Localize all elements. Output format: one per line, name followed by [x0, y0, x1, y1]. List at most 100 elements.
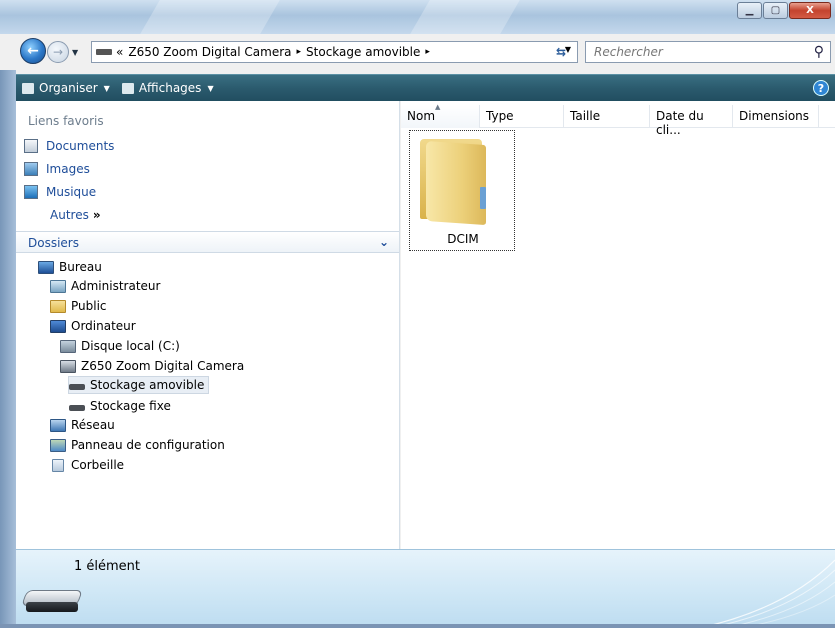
tree-item-ordinateur[interactable]: Ordinateur	[50, 317, 136, 335]
tree-label: Panneau de configuration	[71, 438, 225, 452]
file-list-pane[interactable]: ▲ Nom Type Taille Date du cli... Dimensi…	[401, 101, 835, 549]
glass-reflection	[140, 0, 280, 34]
chevron-down-icon: ▼	[207, 83, 214, 93]
hard-drive-icon	[60, 339, 76, 353]
favorite-label: Images	[46, 162, 90, 176]
tree-label: Bureau	[59, 260, 102, 274]
favorite-documents[interactable]: Documents	[24, 139, 114, 153]
images-icon	[24, 162, 38, 176]
views-label: Affichages	[138, 81, 202, 95]
tree-label: Disque local (C:)	[81, 339, 180, 353]
tree-label: Public	[71, 299, 107, 313]
help-icon[interactable]: ?	[813, 80, 829, 96]
column-header-date[interactable]: Date du cli...	[650, 105, 733, 137]
column-header-name[interactable]: ▲ Nom	[401, 103, 480, 128]
tree-item-local-disk[interactable]: Disque local (C:)	[60, 337, 180, 355]
network-icon	[50, 418, 66, 432]
file-name: DCIM	[447, 232, 479, 246]
favorite-images[interactable]: Images	[24, 162, 90, 176]
sort-ascending-icon: ▲	[435, 103, 441, 111]
glass-reflection	[410, 0, 520, 34]
navigation-row: ← → ▼ « Z650 Zoom Digital Camera ▸ Stock…	[0, 34, 835, 70]
forward-button[interactable]: →	[47, 41, 69, 63]
tree-label: Stockage fixe	[90, 399, 171, 413]
close-icon: X	[806, 5, 814, 16]
folder-icon	[50, 299, 66, 313]
breadcrumb-camera[interactable]: Z650 Zoom Digital Camera	[128, 45, 291, 59]
music-icon	[24, 185, 38, 199]
column-label: Type	[486, 109, 514, 123]
window-frame-left	[0, 70, 16, 628]
refresh-icon: ⇆	[556, 45, 567, 59]
views-button[interactable]: Affichages ▼	[116, 81, 220, 95]
tree-item-network[interactable]: Réseau	[50, 416, 115, 434]
more-favorites-link[interactable]: Autres»	[50, 208, 101, 222]
tree-label: Ordinateur	[71, 319, 136, 333]
tree-item-recycle-bin[interactable]: Corbeille	[50, 456, 124, 474]
column-label: Dimensions	[739, 109, 810, 123]
more-label: Autres	[50, 208, 89, 222]
tree-label: Corbeille	[71, 458, 125, 472]
chevron-down-icon: ▼	[103, 83, 110, 93]
tree-item-removable-storage[interactable]: Stockage amovible	[68, 376, 210, 394]
organize-icon	[22, 82, 34, 94]
forward-arrow-icon: →	[52, 45, 64, 59]
column-header-type[interactable]: Type	[480, 105, 564, 128]
desktop-icon	[38, 260, 54, 274]
camera-icon	[60, 359, 76, 373]
column-header-size[interactable]: Taille	[564, 105, 650, 128]
breadcrumb-removable-storage[interactable]: Stockage amovible	[306, 45, 420, 59]
organize-label: Organiser	[39, 81, 98, 95]
address-overflow[interactable]: «	[116, 45, 123, 59]
breadcrumb-separator[interactable]: ▸	[297, 47, 302, 57]
address-bar[interactable]: « Z650 Zoom Digital Camera ▸ Stockage am…	[91, 41, 578, 63]
decorative-swoosh	[696, 559, 835, 628]
folder-content-shape	[480, 187, 486, 209]
refresh-button[interactable]: ⇆	[556, 45, 566, 59]
file-item-dcim[interactable]: DCIM	[409, 130, 515, 251]
tree-label: Z650 Zoom Digital Camera	[81, 359, 245, 373]
tree-item-bureau[interactable]: Bureau	[38, 258, 102, 276]
column-headers: ▲ Nom Type Taille Date du cli... Dimensi…	[401, 103, 835, 137]
minimize-button[interactable]: ▁	[737, 2, 762, 19]
close-button[interactable]: X	[789, 2, 831, 19]
chevron-down-icon: ▼	[72, 48, 79, 57]
organize-button[interactable]: Organiser ▼	[16, 81, 116, 95]
tree-item-control-panel[interactable]: Panneau de configuration	[50, 436, 225, 454]
tree-label: Stockage amovible	[90, 378, 205, 392]
favorite-label: Documents	[46, 139, 115, 153]
search-icon[interactable]: ⚲	[814, 44, 824, 60]
favorite-music[interactable]: Musique	[24, 185, 96, 199]
fixed-drive-icon	[69, 405, 85, 411]
item-count: 1 élément	[74, 559, 141, 574]
drive-bottom-shape	[26, 602, 78, 612]
maximize-button[interactable]: ▢	[763, 2, 788, 19]
folders-header[interactable]: Dossiers ⌄	[16, 231, 399, 253]
tree-item-camera[interactable]: Z650 Zoom Digital Camera	[60, 357, 244, 375]
views-icon	[121, 82, 134, 94]
details-pane: 1 élément	[16, 549, 835, 628]
removable-drive-icon	[21, 586, 83, 614]
documents-icon	[24, 139, 38, 153]
explorer-window: ▁ ▢ X ← → ▼ « Z650 Zoom Digital Camera ▸…	[0, 0, 835, 628]
back-button[interactable]: ←	[20, 38, 46, 64]
tree-item-fixed-storage[interactable]: Stockage fixe	[69, 397, 171, 415]
maximize-icon: ▢	[770, 5, 781, 16]
removable-drive-icon	[69, 384, 85, 390]
search-placeholder: Rechercher	[594, 45, 663, 59]
minimize-icon: ▁	[745, 5, 754, 16]
search-input[interactable]: Rechercher ⚲	[585, 41, 831, 63]
title-bar[interactable]: ▁ ▢ X	[0, 0, 835, 34]
column-header-dimensions[interactable]: Dimensions	[733, 105, 819, 128]
chevron-down-icon: ⌄	[378, 235, 389, 249]
breadcrumb-separator[interactable]: ▸	[425, 47, 430, 57]
tree-item-administrateur[interactable]: Administrateur	[50, 277, 160, 295]
tree-item-public[interactable]: Public	[50, 297, 107, 315]
back-arrow-icon: ←	[27, 43, 39, 59]
favorites-heading: Liens favoris	[28, 114, 104, 128]
column-label: Nom	[407, 109, 436, 123]
window-frame-bottom	[0, 624, 835, 628]
tree-label: Réseau	[71, 418, 115, 432]
computer-icon	[50, 319, 66, 333]
recent-pages-dropdown[interactable]: ▼	[72, 48, 78, 57]
